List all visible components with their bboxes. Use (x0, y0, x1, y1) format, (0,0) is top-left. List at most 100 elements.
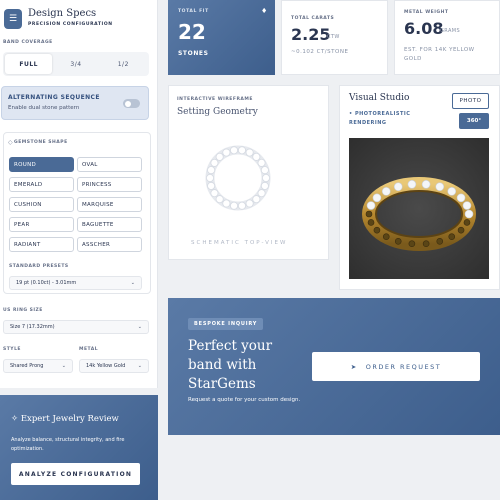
render-stone (464, 209, 474, 219)
metal-weight-unit: GRAMS (440, 28, 461, 34)
wireframe-stone (252, 195, 261, 204)
wireframe-stone (215, 195, 224, 204)
wireframe-stone (245, 148, 254, 157)
alternating-sequence-title: ALTERNATING SEQUENCE (8, 94, 100, 101)
analyze-configuration-button[interactable]: ANALYZE CONFIGURATION (11, 463, 140, 485)
style-select[interactable]: Shared Prong ⌄ (3, 359, 73, 373)
wireframe-stone (237, 146, 246, 155)
coverage-option-three-quarter[interactable]: 3/4 (52, 54, 99, 74)
wireframe-title: Setting Geometry (177, 107, 258, 117)
coverage-option-half[interactable]: 1/2 (100, 54, 147, 74)
wireframe-stone (210, 158, 219, 167)
sparkle-icon: ✧ (11, 414, 21, 424)
metal-weight-value: 6.08 (404, 19, 444, 38)
wireframe-stone (222, 199, 231, 208)
shape-oval[interactable]: OVAL (77, 157, 142, 172)
render-stone (448, 233, 456, 240)
expert-review-title-text: Expert Jewelry Review (20, 414, 119, 424)
shape-emerald[interactable]: EMERALD (9, 177, 74, 192)
metal-weight-note: EST. FOR 14K YELLOW GOLD (404, 47, 475, 62)
shape-pear[interactable]: PEAR (9, 217, 74, 232)
ring-size-select[interactable]: Size 7 (17.32mm) ⌄ (3, 320, 149, 334)
wireframe-stone (260, 181, 269, 190)
wireframe-label: INTERACTIVE WIREFRAME (177, 97, 253, 102)
inquiry-text: Request a quote for your custom design. (188, 397, 301, 403)
total-fit-value: 22 (178, 20, 206, 44)
total-fit-label: TOTAL FIT (178, 9, 209, 14)
metal-select[interactable]: 14k Yellow Gold ⌄ (79, 359, 149, 373)
wireframe-stone (230, 146, 239, 155)
shape-round[interactable]: ROUND (9, 157, 74, 172)
diamond-icon: ♦ (261, 7, 268, 15)
style-label: STYLE (3, 347, 22, 352)
panel-subtitle: PRECISION CONFIGURATION (28, 22, 113, 27)
wireframe-stone (207, 181, 216, 190)
render-stone (456, 193, 466, 203)
shape-radiant[interactable]: RADIANT (9, 237, 74, 252)
render-stone (394, 237, 402, 245)
gem-icon: ◇ (8, 139, 13, 146)
photo-button[interactable]: PHOTO (452, 93, 489, 109)
render-stone (421, 180, 431, 189)
order-request-button[interactable]: ➤ ORDER REQUEST (312, 352, 480, 381)
sliders-icon: ☰ (4, 9, 22, 29)
metal-weight-label: METAL WEIGHT (404, 10, 449, 15)
gemstone-shape-label: GEMSTONE SHAPE (14, 140, 68, 145)
band-coverage-label: BAND COVERAGE (3, 40, 53, 45)
wireframe-stone (230, 201, 239, 210)
render-stone (436, 237, 444, 245)
wireframe-stone (257, 189, 266, 198)
bespoke-inquiry-badge: BESPOKE INQUIRY (188, 318, 264, 330)
total-carats-note: ~0.102 CT/STONE (291, 49, 349, 55)
panel-title: Design Specs (28, 8, 97, 19)
render-stone (373, 226, 381, 234)
wireframe-stone (252, 152, 261, 161)
view-360-button[interactable]: 360° (459, 113, 489, 129)
band-coverage-selector: FULL 3/4 1/2 (3, 52, 149, 76)
wireframe-stone (257, 158, 266, 167)
render-stone (367, 219, 375, 226)
wireframe-caption: SCHEMATIC TOP-VIEW (191, 240, 288, 246)
render-stone (447, 187, 457, 196)
alternating-sequence-toggle[interactable] (123, 99, 140, 108)
preset-select[interactable]: 19 pt (0.10ct) - 3.01mm ⌄ (9, 276, 142, 290)
total-carats-unit: CTW (327, 34, 340, 40)
render-stone (435, 182, 445, 192)
wireframe-stone (206, 174, 214, 183)
render-stone (407, 180, 417, 189)
order-request-label: ORDER REQUEST (365, 362, 442, 371)
shape-marquise[interactable]: MARQUISE (77, 197, 142, 212)
chevron-down-icon: ⌄ (61, 363, 66, 369)
shape-asscher[interactable]: ASSCHER (77, 237, 142, 252)
wireframe-stone (207, 166, 216, 175)
shape-baguette[interactable]: BAGUETTE (77, 217, 142, 232)
alternating-sequence-subtitle: Enable dual stone pattern (8, 105, 80, 111)
render-stone (462, 201, 472, 210)
ring-wireframe[interactable] (203, 140, 273, 220)
ring-size-value: Size 7 (17.32mm) (10, 324, 55, 330)
wireframe-stone (237, 201, 246, 210)
wireframe-stone (260, 166, 269, 175)
render-stone (366, 201, 376, 210)
preset-select-value: 19 pt (0.10ct) - 3.01mm (16, 280, 77, 286)
render-stone (408, 240, 416, 247)
ring-render-image (349, 138, 489, 279)
chevron-down-icon: ⌄ (137, 363, 142, 369)
render-stone (457, 226, 465, 234)
chevron-down-icon: ⌄ (130, 280, 135, 286)
total-fit-unit: STONES (178, 50, 209, 57)
shape-princess[interactable]: PRINCESS (77, 177, 142, 192)
send-icon: ➤ (350, 362, 358, 371)
chevron-down-icon: ⌄ (137, 324, 142, 330)
shape-cushion[interactable]: CUSHION (9, 197, 74, 212)
ring-render (362, 177, 476, 251)
render-stone (365, 210, 373, 218)
render-stone (382, 233, 390, 240)
render-stone (463, 219, 471, 226)
wireframe-stone (262, 174, 271, 183)
inquiry-title: Perfect your band with StarGems (188, 338, 273, 392)
coverage-option-full[interactable]: FULL (5, 54, 53, 74)
style-value: Shared Prong (10, 363, 44, 369)
wireframe-stone (210, 189, 219, 198)
render-stone (422, 240, 430, 247)
